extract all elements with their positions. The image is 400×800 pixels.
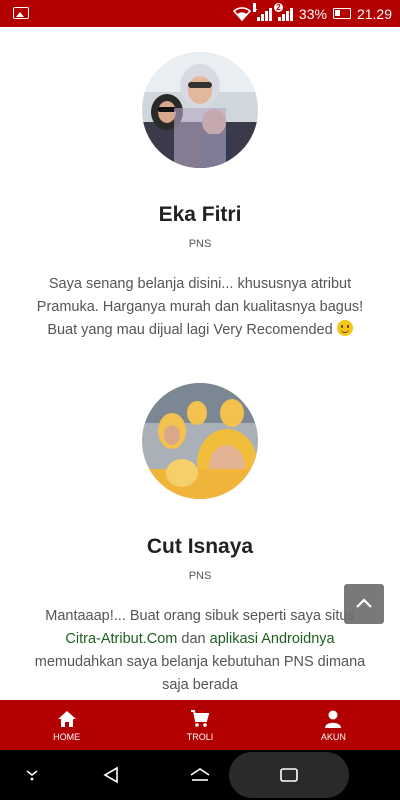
user-icon bbox=[325, 710, 342, 728]
testimonial-job: PNS bbox=[188, 570, 212, 582]
scroll-to-top-button[interactable] bbox=[344, 584, 384, 624]
hide-nav-button[interactable] bbox=[15, 750, 49, 800]
chevron-up-icon bbox=[356, 598, 372, 608]
gallery-notification-icon bbox=[13, 7, 29, 19]
nav-account-label: AKUN bbox=[320, 731, 346, 742]
nav-cart[interactable]: TROLI bbox=[133, 700, 266, 750]
nav-home-label: HOME bbox=[53, 731, 81, 742]
home-system-button[interactable] bbox=[183, 750, 217, 800]
smile-emoji-icon bbox=[336, 320, 353, 336]
clock: 21.29 bbox=[356, 5, 392, 22]
sim1-label: 1 bbox=[252, 2, 258, 12]
signal-sim1-icon: 1 bbox=[252, 2, 272, 21]
nav-account[interactable]: AKUN bbox=[267, 700, 400, 750]
recents-button[interactable] bbox=[272, 750, 306, 800]
home-icon bbox=[57, 710, 76, 727]
battery-icon bbox=[332, 8, 351, 19]
site-link[interactable]: Citra-Atribut.Com bbox=[65, 631, 177, 647]
wifi-icon bbox=[232, 6, 251, 21]
avatar-photo bbox=[142, 52, 258, 168]
nav-home[interactable]: HOME bbox=[0, 700, 133, 750]
testimonial-quote-text: Saya senang belanja disini... khususnya … bbox=[36, 276, 364, 338]
testimonial-name: Eka Fitri bbox=[158, 203, 242, 226]
testimonial-quote-text: Mantaaap!... Buat orang sibuk seperti sa… bbox=[45, 608, 355, 624]
testimonial-name: Cut Isnaya bbox=[146, 535, 254, 558]
sim2-label: 2 bbox=[273, 2, 283, 12]
android-app-link[interactable]: aplikasi Androidnya bbox=[210, 631, 335, 647]
testimonials-section: Eka Fitri PNS Saya senang belanja disini… bbox=[0, 27, 400, 700]
nav-cart-label: TROLI bbox=[186, 731, 214, 742]
status-bar: 1 2 33% 21.29 bbox=[0, 0, 400, 27]
testimonial-job: PNS bbox=[188, 238, 212, 250]
chevron-down-icon bbox=[26, 770, 38, 781]
back-button[interactable] bbox=[94, 750, 128, 800]
status-indicators: 1 2 33% 21.29 bbox=[232, 0, 392, 27]
home-chevron-icon bbox=[190, 768, 210, 781]
recents-icon bbox=[280, 768, 298, 782]
avatar bbox=[142, 52, 258, 168]
back-triangle-icon bbox=[103, 766, 118, 784]
bottom-nav: HOME TROLI AKUN bbox=[0, 700, 400, 750]
testimonial-quote-text: memudahkan saya belanja kebutuhan PNS di… bbox=[34, 654, 366, 693]
testimonial-quote-text: dan bbox=[177, 631, 210, 647]
avatar-photo bbox=[142, 383, 258, 499]
battery-percent: 33% bbox=[298, 5, 327, 22]
testimonial-quote: Mantaaap!... Buat orang sibuk seperti sa… bbox=[28, 605, 372, 697]
signal-sim2-icon: 2 bbox=[273, 2, 293, 21]
cart-icon bbox=[190, 709, 210, 727]
avatar bbox=[142, 383, 258, 499]
testimonial-quote: Saya senang belanja disini... khususnya … bbox=[28, 273, 372, 342]
